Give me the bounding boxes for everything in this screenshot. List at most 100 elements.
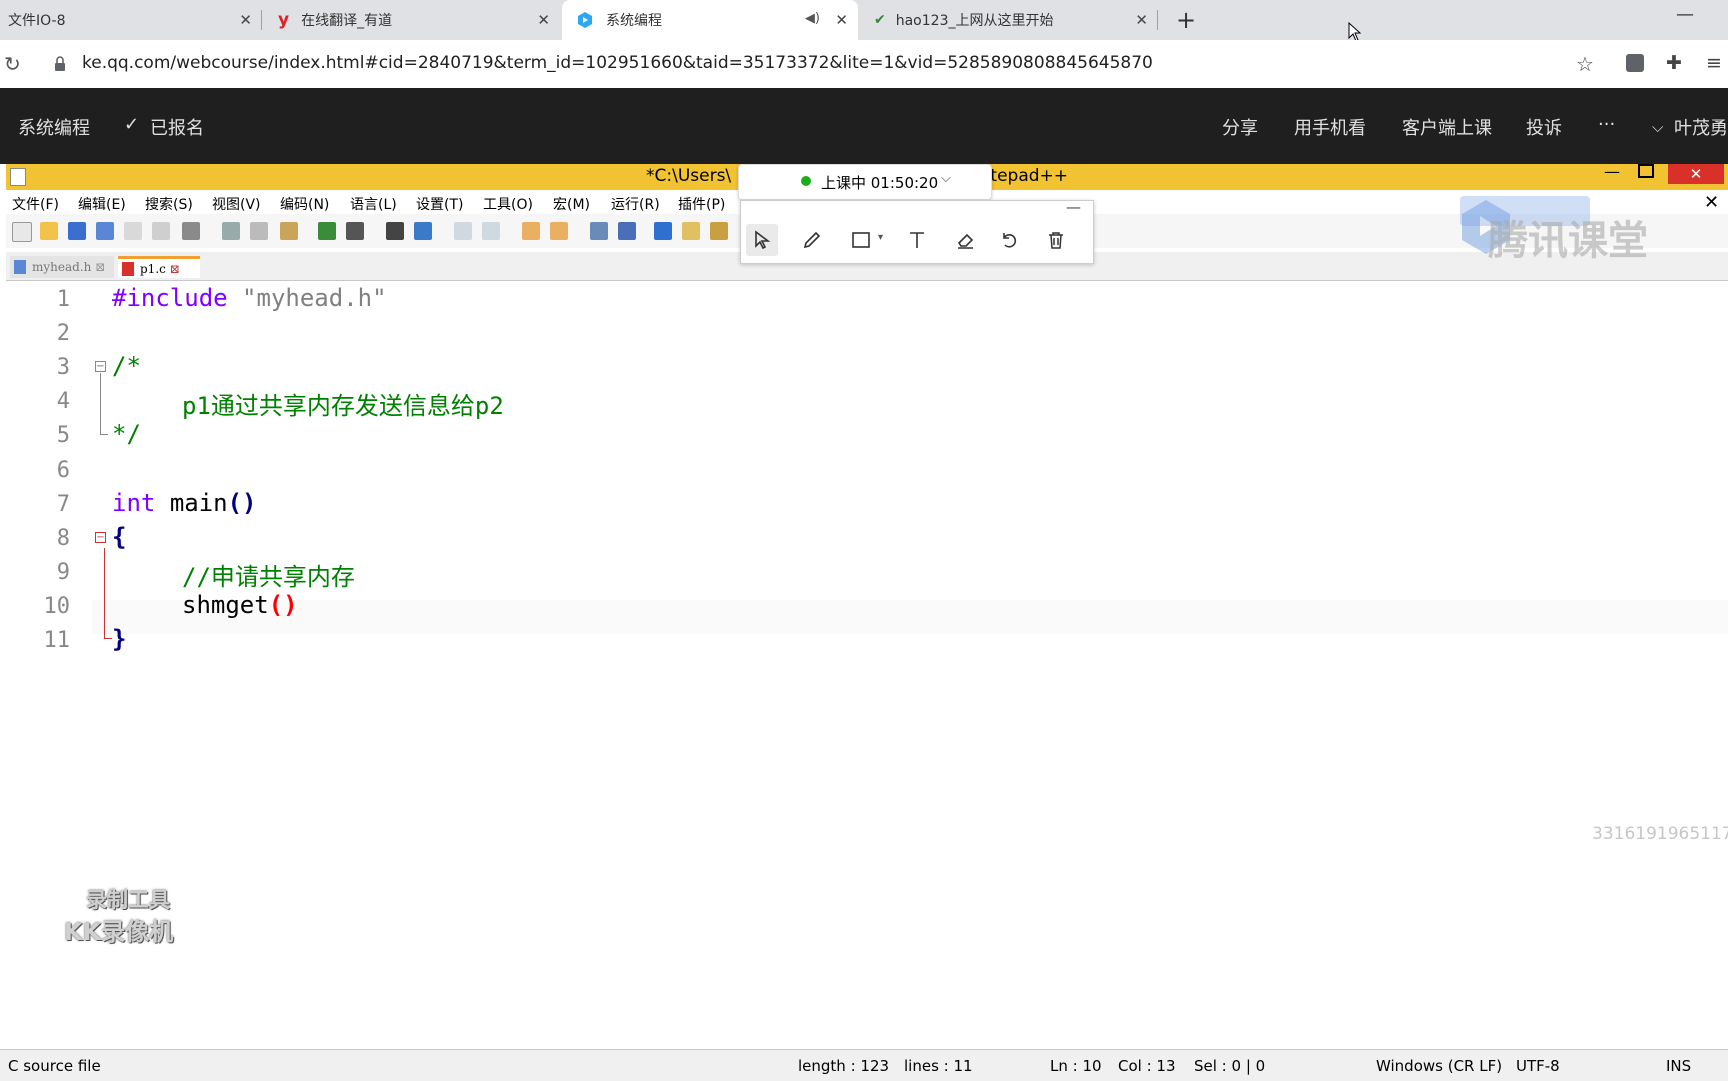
report-link[interactable]: 投诉: [1526, 114, 1562, 140]
sync-horizontal-icon[interactable]: [550, 222, 568, 240]
show-all-chars-icon[interactable]: [618, 222, 636, 240]
function-name: shmget: [182, 591, 269, 619]
new-file-icon[interactable]: [12, 222, 32, 242]
word-wrap-icon[interactable]: [590, 222, 608, 240]
fold-toggle-icon[interactable]: −: [95, 532, 106, 543]
chevron-down-icon[interactable]: ⌵: [1652, 118, 1663, 136]
browser-tab-system-programming[interactable]: 系统编程 ◀) ✕: [562, 0, 858, 40]
status-insert-mode: INS: [1666, 1057, 1692, 1075]
menu-macro[interactable]: 宏(M): [553, 194, 590, 214]
enrolled-status: 已报名: [150, 118, 204, 139]
more-menu[interactable]: ···: [1598, 114, 1615, 135]
menu-view[interactable]: 视图(V): [212, 194, 261, 214]
udl-icon[interactable]: [682, 222, 700, 240]
line-number: 8: [56, 526, 70, 551]
code-line-7: int main(): [112, 489, 257, 517]
undo-icon[interactable]: [318, 222, 336, 240]
line-number: 10: [43, 594, 71, 619]
eraser-icon[interactable]: [956, 230, 976, 250]
bookmark-star-icon[interactable]: ☆: [1576, 52, 1594, 76]
lock-icon[interactable]: [54, 56, 66, 72]
extension-app-icon[interactable]: [1626, 54, 1644, 72]
line-number: 6: [56, 458, 70, 483]
line-number: 1: [56, 287, 70, 312]
notepad-minimize-icon[interactable]: —: [1604, 162, 1620, 181]
browser-tab-hao123[interactable]: ✔ hao123_上网从这里开始 ✕: [860, 0, 1158, 40]
doctab-myhead[interactable]: myhead.h ⊠: [10, 256, 114, 278]
save-all-icon[interactable]: [96, 222, 114, 240]
indent-guide-icon[interactable]: [654, 222, 672, 240]
menu-search[interactable]: 搜索(S): [145, 194, 193, 214]
select-pointer-icon[interactable]: [753, 230, 773, 250]
extensions-puzzle-icon[interactable]: ✚: [1666, 52, 1682, 74]
type-keyword: int: [112, 489, 156, 517]
share-link[interactable]: 分享: [1222, 114, 1258, 140]
redo-icon[interactable]: [346, 222, 364, 240]
live-class-status[interactable]: 上课中 01:50:20 ⌵: [738, 164, 992, 200]
undo-icon[interactable]: [999, 230, 1019, 250]
rectangle-icon[interactable]: [851, 231, 871, 249]
browser-tab-file-io[interactable]: 文件IO-8 ✕: [0, 0, 262, 40]
status-file-type: C source file: [8, 1057, 101, 1075]
function-name: main: [169, 489, 228, 517]
code-line-3: /*: [112, 352, 141, 380]
close-file-icon[interactable]: [124, 222, 142, 240]
doctab-p1[interactable]: p1.c ⊠: [118, 256, 200, 278]
menu-plugins[interactable]: 插件(P): [678, 194, 725, 214]
save-icon[interactable]: [68, 222, 86, 240]
watermark-user-id: 3316191965117: [1592, 824, 1728, 844]
zoom-out-icon[interactable]: [482, 222, 500, 240]
speaker-icon[interactable]: ◀): [805, 11, 820, 26]
user-name[interactable]: 叶茂勇: [1674, 114, 1728, 140]
find-icon[interactable]: [386, 222, 404, 240]
status-encoding: UTF-8: [1516, 1057, 1560, 1075]
zoom-in-icon[interactable]: [454, 222, 472, 240]
menu-tools[interactable]: 工具(O): [483, 194, 533, 214]
menu-language[interactable]: 语言(L): [350, 194, 397, 214]
minimize-window-icon[interactable]: —: [1676, 4, 1694, 25]
code-line-5: */: [112, 420, 141, 448]
menu-settings[interactable]: 设置(T): [416, 194, 463, 214]
text-tool-icon[interactable]: [907, 230, 927, 250]
status-selection: Sel : 0 | 0: [1194, 1057, 1266, 1075]
mouse-cursor-icon: [1348, 22, 1362, 42]
client-class-link[interactable]: 客户端上课: [1402, 114, 1492, 140]
close-icon[interactable]: ✕: [239, 11, 252, 29]
menu-run[interactable]: 运行(R): [611, 194, 660, 214]
watch-on-phone-link[interactable]: 用手机看: [1294, 114, 1366, 140]
fold-end: [104, 638, 112, 639]
annotation-minimize-icon[interactable]: —: [1066, 198, 1081, 216]
close-document-icon[interactable]: ✕: [1704, 192, 1719, 213]
close-icon[interactable]: ⊠: [170, 262, 180, 276]
sync-vertical-icon[interactable]: [522, 222, 540, 240]
notepad-restore-icon[interactable]: [1638, 164, 1654, 178]
pen-icon[interactable]: [802, 230, 822, 250]
close-icon[interactable]: ✕: [1135, 11, 1148, 29]
tab-title: 系统编程: [606, 13, 662, 29]
print-icon[interactable]: [182, 222, 200, 240]
replace-icon[interactable]: [414, 222, 432, 240]
browser-tab-youdao[interactable]: y 在线翻译_有道 ✕: [262, 0, 560, 40]
close-all-icon[interactable]: [152, 222, 170, 240]
reading-list-icon[interactable]: ≡: [1706, 52, 1722, 74]
fold-toggle-icon[interactable]: −: [95, 361, 106, 372]
menu-edit[interactable]: 编辑(E): [78, 194, 126, 214]
paste-icon[interactable]: [280, 222, 298, 240]
new-tab-icon[interactable]: +: [1176, 6, 1196, 34]
line-number: 7: [56, 492, 70, 517]
menu-encoding[interactable]: 编码(N): [280, 194, 329, 214]
shape-dropdown-icon[interactable]: ▾: [878, 232, 883, 243]
url-field[interactable]: ke.qq.com/webcourse/index.html#cid=28407…: [82, 53, 1153, 73]
reload-icon[interactable]: ↻: [4, 52, 21, 76]
copy-icon[interactable]: [250, 222, 268, 240]
close-icon[interactable]: ⊠: [95, 260, 105, 274]
notepad-close-icon[interactable]: ✕: [1668, 164, 1724, 184]
close-icon[interactable]: ✕: [835, 11, 848, 29]
doc-map-icon[interactable]: [710, 222, 728, 240]
trash-icon[interactable]: [1046, 230, 1066, 250]
menu-file[interactable]: 文件(F): [12, 194, 59, 214]
cut-icon[interactable]: [222, 222, 240, 240]
fold-end: [100, 434, 108, 435]
open-file-icon[interactable]: [40, 222, 58, 240]
close-icon[interactable]: ✕: [537, 11, 550, 29]
